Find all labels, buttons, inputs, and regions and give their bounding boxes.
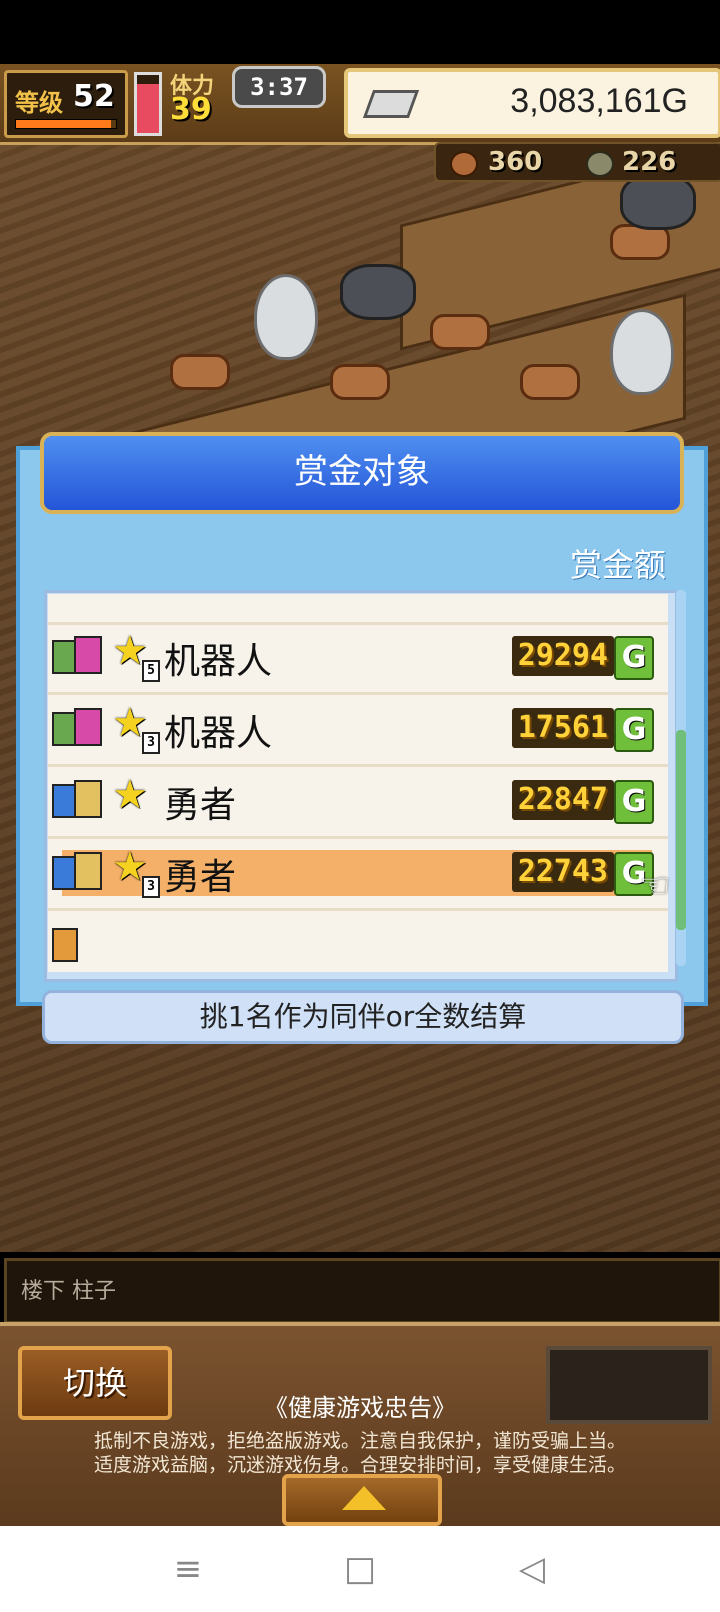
stamina-gauge [134,72,162,136]
target-name: 机器人 [164,713,273,754]
egg-item [254,274,318,360]
target-name: 勇者 [164,785,237,826]
game-clock: 3:37 [232,66,326,108]
gold-currency-badge: G [614,636,654,680]
list-item[interactable]: ★ 3 机器人 17561 G [48,692,668,767]
system-status-bar [0,0,720,64]
craftsman-avatar-icon [48,920,104,964]
home-icon[interactable]: □ [335,1544,385,1594]
bounty-amount: 29294 [511,636,614,676]
triangle-up-icon [342,1486,386,1510]
list-item-partial[interactable] [48,908,668,972]
bread-item [330,364,390,400]
target-name: 机器人 [164,641,273,682]
stamina-fill [137,83,159,133]
bounty-amount: 22743 [511,852,614,892]
list-item[interactable]: ★ 5 机器人 29294 G [48,620,668,695]
bounty-amount: 22847 [511,780,614,820]
bounty-list[interactable]: ★ 5 机器人 29294 G ★ 3 机器人 17561 G ★ 勇者 228… [48,594,668,972]
resource-bar: 360 226 [434,142,720,182]
dialog-footer-hint: 挑1名作为同伴or全数结算 [42,990,684,1044]
gold-amount: 3,083,161G [510,82,688,120]
gold-panel: 3,083,161G [344,68,720,138]
bread-item [170,354,230,390]
list-scrollbar[interactable] [676,590,686,966]
target-name: 勇者 [164,857,237,898]
back-icon[interactable]: ◁ [507,1544,557,1594]
resource-2-value: 226 [622,147,677,177]
list-item[interactable]: ★ 勇者 22847 G [48,764,668,839]
gold-currency-badge: G [614,708,654,752]
health-notice-title: 《健康游戏忠告》 [264,1394,456,1422]
system-nav-bar: ≡ □ ◁ [0,1526,720,1612]
expand-up-button[interactable] [282,1474,442,1526]
bread-item [430,314,490,350]
level-progress-bar [15,119,117,129]
meat-icon [450,151,478,177]
level-label: 等级 [15,89,63,117]
top-hud: 等级 52 体力 39 3:37 3,083,161G [0,64,720,145]
dialog-title-bar: 赏金对象 [40,432,684,514]
rank-badge: 3 [142,732,160,754]
health-notice-line-1: 抵制不良游戏，拒绝盗版游戏。注意自我保护，谨防受骗上当。 [93,1430,626,1452]
bottom-panel: 切换 《健康游戏忠告》 抵制不良游戏，拒绝盗版游戏。注意自我保护，谨防受骗上当。… [0,1322,720,1526]
location-text: 楼下 柱子 [21,1279,116,1304]
level-value: 52 [73,79,115,114]
location-message-bar: 楼下 柱子 [4,1258,720,1324]
coin-icon [586,151,614,177]
hero-avatar-icon [48,848,104,892]
resource-1-value: 360 [488,147,543,177]
stamina-value: 39 [170,92,212,127]
ore-item [620,174,696,230]
silver-bar-icon [362,90,420,118]
bread-item [520,364,580,400]
ore-item [340,264,416,320]
bounty-amount: 17561 [511,708,614,748]
scroll-thumb[interactable] [676,730,686,930]
gold-currency-badge: G [614,780,654,824]
rank-badge: 3 [142,876,160,898]
pointing-hand-icon: ☜ [640,866,671,906]
column-header-amount: 赏金额 [569,546,666,584]
dialog-title: 赏金对象 [294,452,430,492]
hero-avatar-icon [48,776,104,820]
list-item-selected[interactable]: ★ 3 勇者 22743 G [48,836,668,911]
level-progress-fill [16,120,111,128]
rank-badge: 5 [142,660,160,682]
robot-avatar-icon [48,632,104,676]
health-notice-line-2: 适度游戏益脑，沉迷游戏伤身。合理安排时间，享受健康生活。 [93,1454,626,1476]
egg-item [610,309,674,395]
menu-icon[interactable]: ≡ [163,1544,213,1594]
robot-avatar-icon [48,704,104,748]
star-icon: ★ [112,772,148,818]
level-panel: 等级 52 [4,70,128,138]
